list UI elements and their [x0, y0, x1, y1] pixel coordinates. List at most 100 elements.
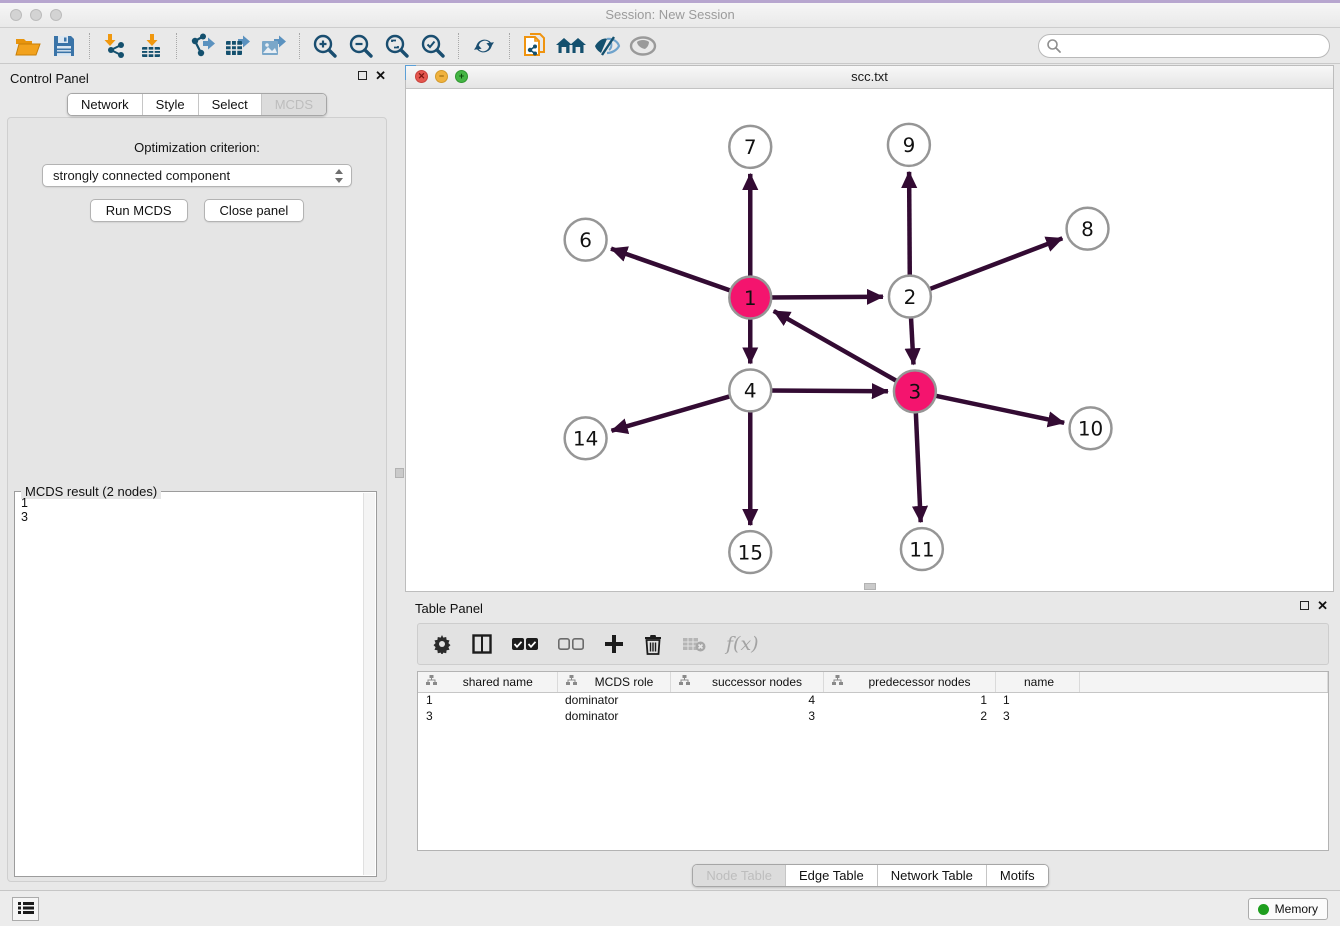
export-image-icon[interactable]: [256, 31, 292, 61]
table-cell[interactable]: 1: [995, 692, 1079, 708]
table-options-icon[interactable]: [432, 634, 452, 654]
open-session-icon[interactable]: [10, 31, 46, 61]
tab-network[interactable]: Network: [68, 94, 143, 115]
edge-1-2[interactable]: [769, 297, 883, 298]
maximize-view-button[interactable]: +: [455, 70, 468, 83]
table-cell[interactable]: 3: [418, 708, 557, 724]
close-window-button[interactable]: [10, 9, 22, 21]
tab-mcds[interactable]: MCDS: [262, 94, 326, 115]
memory-label: Memory: [1275, 902, 1318, 916]
run-mcds-button[interactable]: Run MCDS: [90, 199, 188, 222]
node-14[interactable]: 14: [565, 417, 607, 459]
float-panel-icon[interactable]: [358, 71, 367, 80]
tab-node-table[interactable]: Node Table: [693, 865, 786, 886]
edge-2-3[interactable]: [911, 316, 914, 365]
export-network-icon[interactable]: [184, 31, 220, 61]
node-6[interactable]: 6: [565, 219, 607, 261]
tab-motifs[interactable]: Motifs: [987, 865, 1048, 886]
close-panel-icon[interactable]: ✕: [375, 71, 386, 80]
table-cell[interactable]: 1: [418, 692, 557, 708]
close-table-panel-icon[interactable]: ✕: [1317, 601, 1328, 610]
node-7[interactable]: 7: [729, 126, 771, 168]
minimize-view-button[interactable]: −: [435, 70, 448, 83]
column-header-shared-name[interactable]: shared name: [418, 672, 557, 692]
close-view-button[interactable]: ✕: [415, 70, 428, 83]
import-table-icon[interactable]: [133, 31, 169, 61]
horizontal-splitter-handle[interactable]: [864, 583, 876, 590]
column-header-predecessor-nodes[interactable]: predecessor nodes: [823, 672, 995, 692]
tab-network-table[interactable]: Network Table: [878, 865, 987, 886]
show-columns-icon[interactable]: [472, 634, 492, 654]
clone-network-icon[interactable]: [517, 31, 553, 61]
selected-criterion: strongly connected component: [53, 168, 230, 183]
float-table-panel-icon[interactable]: [1300, 601, 1309, 610]
edge-2-9[interactable]: [909, 172, 910, 278]
delete-table-icon[interactable]: [682, 636, 706, 652]
node-1[interactable]: 1: [729, 277, 771, 319]
table-cell[interactable]: 2: [823, 708, 995, 724]
select-all-icon[interactable]: [512, 637, 538, 651]
delete-icon[interactable]: [644, 634, 662, 655]
vizmapper-icon[interactable]: [589, 31, 625, 61]
table-row[interactable]: 1dominator411: [418, 692, 1328, 708]
table-cell[interactable]: dominator: [557, 708, 670, 724]
main-area: Control Panel ✕ NetworkStyleSelectMCDS O…: [0, 65, 1340, 890]
maximize-window-button[interactable]: [50, 9, 62, 21]
edge-3-11[interactable]: [916, 410, 921, 522]
column-header-name[interactable]: name: [995, 672, 1079, 692]
edge-4-3[interactable]: [769, 391, 888, 392]
node-11[interactable]: 11: [901, 528, 943, 570]
deselect-all-icon[interactable]: [558, 637, 584, 651]
node-4[interactable]: 4: [729, 369, 771, 411]
tab-edge-table[interactable]: Edge Table: [786, 865, 878, 886]
zoom-out-icon[interactable]: [343, 31, 379, 61]
memory-button[interactable]: Memory: [1248, 898, 1328, 920]
graphics-details-icon[interactable]: [625, 31, 661, 61]
home-icon[interactable]: [553, 31, 589, 61]
toolbar-separator: [176, 33, 177, 59]
table-row[interactable]: 3dominator323: [418, 708, 1328, 724]
edge-1-6[interactable]: [611, 249, 732, 292]
zoom-in-icon[interactable]: [307, 31, 343, 61]
search-icon: [1046, 38, 1062, 57]
function-builder-icon[interactable]: f(x): [726, 633, 759, 655]
network-graph[interactable]: 7 9 6 8 1 2 4 3 14 10 15 11: [406, 89, 1333, 591]
search-input[interactable]: [1038, 34, 1330, 58]
result-scrollbar[interactable]: [363, 493, 375, 875]
save-session-icon[interactable]: [46, 31, 82, 61]
show-panels-button[interactable]: [12, 897, 39, 921]
node-2[interactable]: 2: [889, 276, 931, 318]
table-cell[interactable]: 4: [670, 692, 823, 708]
column-header-successor-nodes[interactable]: successor nodes: [670, 672, 823, 692]
table-cell[interactable]: 3: [995, 708, 1079, 724]
zoom-fit-icon[interactable]: [379, 31, 415, 61]
table-cell[interactable]: dominator: [557, 692, 670, 708]
tab-style[interactable]: Style: [143, 94, 199, 115]
node-10[interactable]: 10: [1070, 407, 1112, 449]
edge-4-14[interactable]: [611, 396, 732, 431]
window-controls[interactable]: [10, 9, 62, 21]
add-column-icon[interactable]: [604, 634, 624, 654]
minimize-window-button[interactable]: [30, 9, 42, 21]
vertical-splitter-handle[interactable]: [395, 468, 404, 478]
node-9[interactable]: 9: [888, 124, 930, 166]
node-15[interactable]: 15: [729, 531, 771, 573]
export-table-icon[interactable]: [220, 31, 256, 61]
tab-select[interactable]: Select: [199, 94, 262, 115]
edge-3-10[interactable]: [933, 395, 1064, 422]
zoom-selected-icon[interactable]: [415, 31, 451, 61]
optimization-criterion-select[interactable]: strongly connected component: [42, 164, 352, 187]
column-header-MCDS-role[interactable]: MCDS role: [557, 672, 670, 692]
close-panel-button[interactable]: Close panel: [204, 199, 305, 222]
table-cell[interactable]: 3: [670, 708, 823, 724]
network-view-title: scc.txt: [406, 66, 1333, 88]
import-network-icon[interactable]: [97, 31, 133, 61]
apply-layout-icon[interactable]: [466, 31, 502, 61]
edge-3-1[interactable]: [774, 311, 899, 382]
edge-2-8[interactable]: [928, 238, 1063, 289]
mcds-result-text[interactable]: 1 3: [21, 496, 362, 874]
network-canvas[interactable]: 7 9 6 8 1 2 4 3 14 10 15 11: [406, 89, 1333, 591]
table-cell[interactable]: 1: [823, 692, 995, 708]
node-8[interactable]: 8: [1067, 208, 1109, 250]
node-3[interactable]: 3: [894, 370, 936, 412]
